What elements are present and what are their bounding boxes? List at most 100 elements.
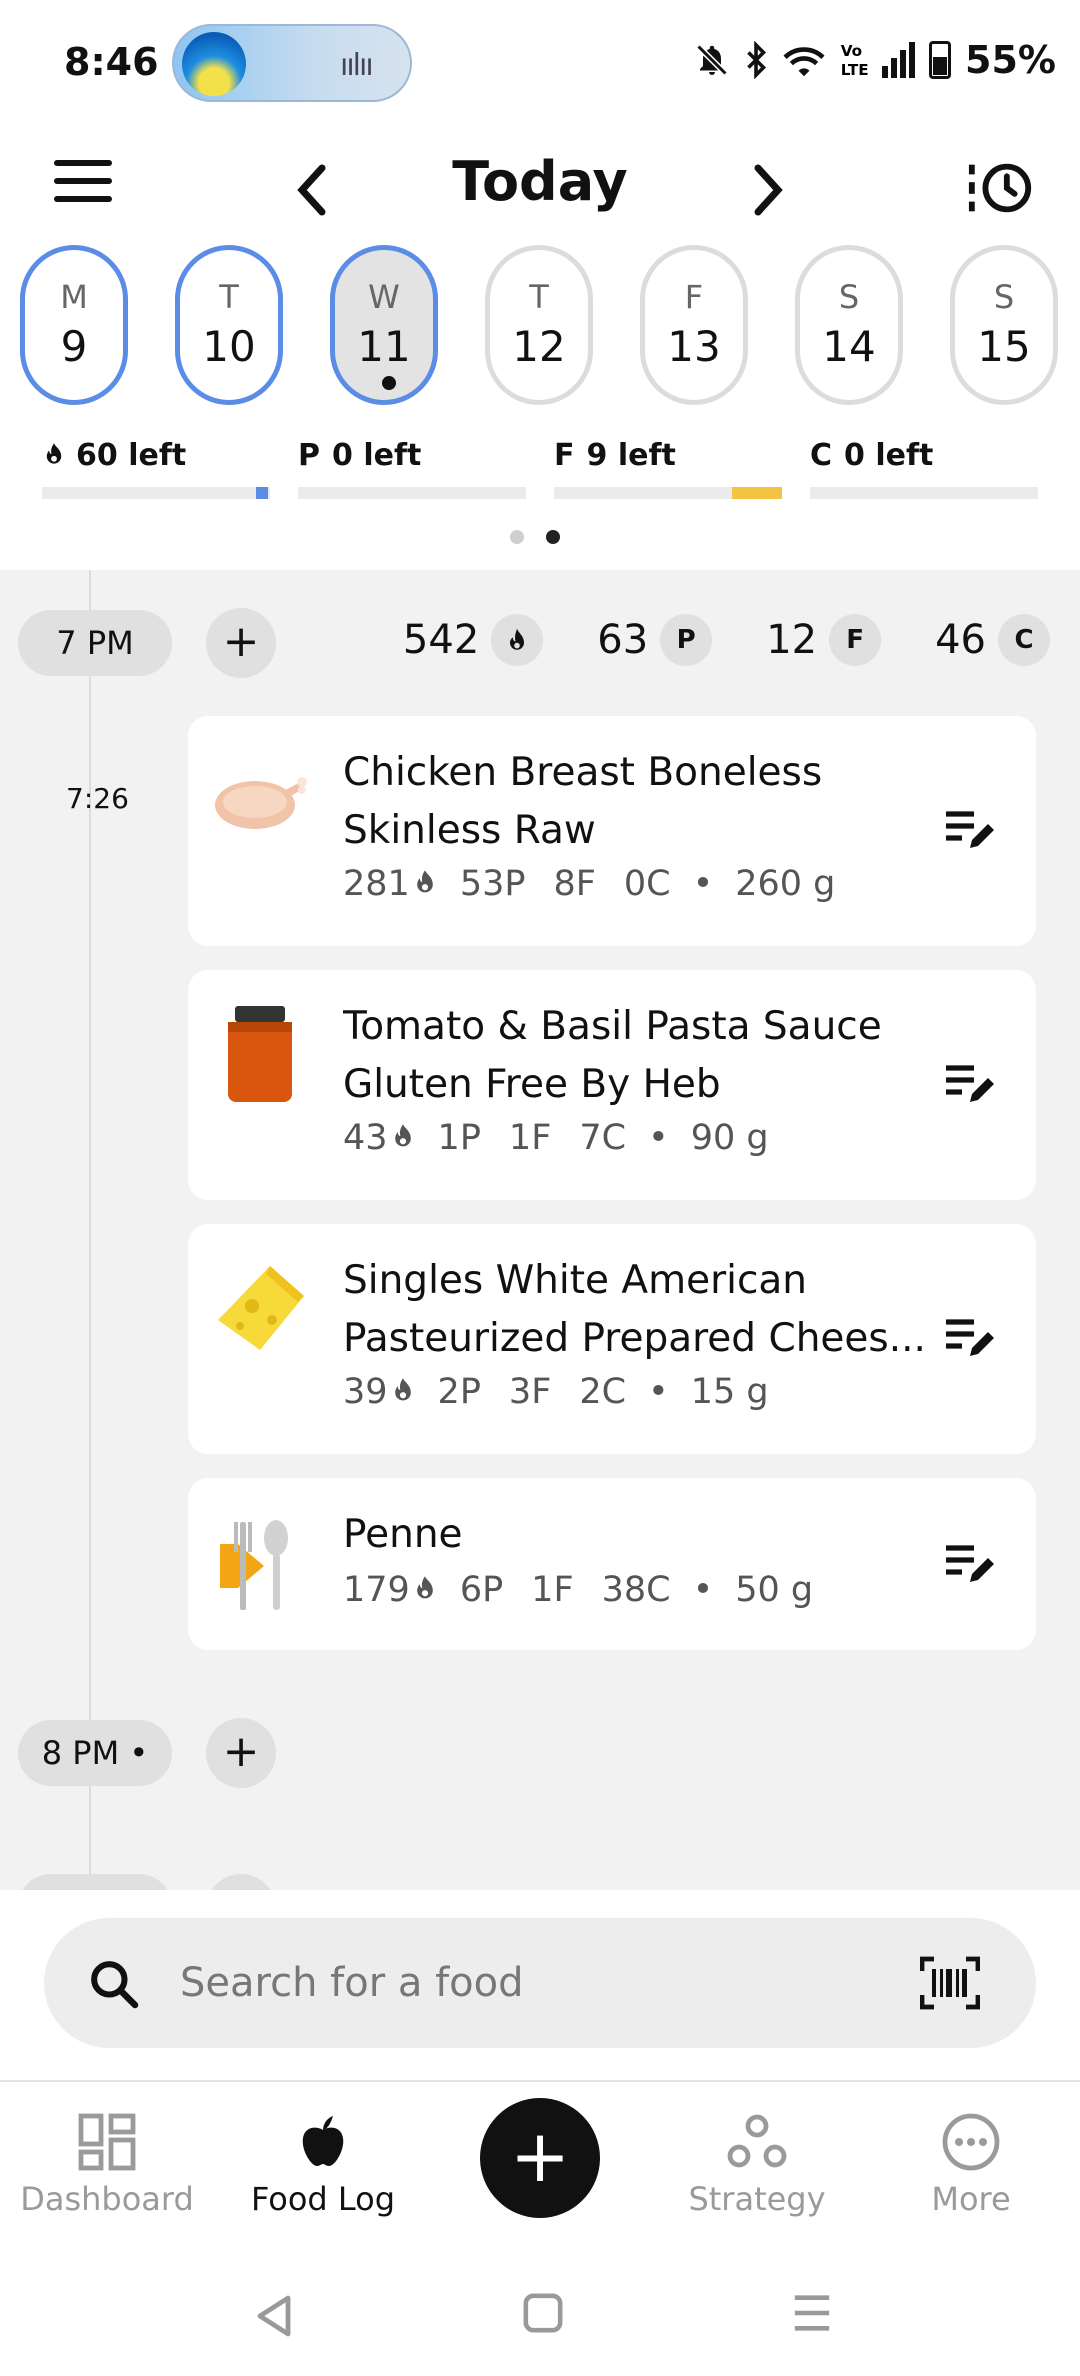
day-1[interactable]: T 10 [175,245,283,405]
total-carbs: 46 C [935,614,1050,666]
food-fat: 1F [508,1118,552,1158]
day-3[interactable]: T 12 [485,245,593,405]
meta-separator: • [692,864,714,904]
page-dot [510,530,524,544]
day-number: 9 [60,322,88,371]
food-entry-card[interactable]: Singles White American Pasteurized Prepar… [188,1224,1036,1454]
hamburger-icon[interactable] [54,160,112,202]
macro-letter: P [298,438,320,473]
entry-time: 7:26 [66,782,129,815]
food-nutrition: 281 53P 8F 0C • 260 g [343,864,835,904]
meta-separator: • [648,1372,669,1412]
add-to-next-button[interactable] [206,1874,276,1890]
recents-icon[interactable] [792,2292,832,2334]
cheese-icon [210,1258,310,1358]
food-name: Penne [343,1506,923,1564]
day-number: 13 [667,322,721,371]
food-carbs: 7C [579,1118,627,1158]
total-carbs-value: 46 [935,617,986,663]
chicken-icon [210,750,310,850]
food-protein: 53P [459,864,526,904]
macro-remaining-value: 0 left [844,438,934,473]
edit-icon[interactable] [944,808,996,852]
food-carbs: 2C [579,1372,627,1412]
strategy-icon [727,2114,787,2168]
macro-progress-bar [554,487,782,499]
day-letter: T [219,278,239,316]
hour-pill-7pm[interactable]: 7 PM [18,610,172,676]
edit-icon[interactable] [944,1542,996,1586]
flame-icon [491,614,544,666]
dashboard-icon [78,2113,136,2171]
day-letter: F [684,278,704,316]
status-icons: Vo LTE 55% [694,38,1056,82]
day-number: 11 [357,322,411,371]
macros-remaining: 60 left P 0 left F 9 left C 0 left [42,438,1038,508]
food-entry-card[interactable]: Tomato & Basil Pasta Sauce Gluten Free By… [188,970,1036,1200]
food-entry-card[interactable]: Penne 179 6P 1F 38C • 50 g [188,1478,1036,1650]
selected-day-dot [382,376,396,390]
day-2[interactable]: W 11 [330,245,438,405]
food-entry-card[interactable]: Chicken Breast Boneless Skinless Raw 281 53… [188,716,1036,946]
search-input[interactable] [180,1948,880,2018]
flame-icon [394,1378,411,1401]
chevron-left-icon[interactable] [292,160,332,220]
tab-strategy[interactable]: Strategy [652,2112,862,2218]
tab-food-log[interactable]: Food Log [218,2112,428,2218]
flame-icon [394,1124,411,1147]
day-5[interactable]: S 14 [795,245,903,405]
food-name: Tomato & Basil Pasta Sauce Gluten Free By… [343,998,923,1114]
food-calories: 179 [343,1570,410,1610]
food-name-line-2: Skinless Raw [343,808,596,853]
day-6[interactable]: S 15 [950,245,1058,405]
macro-letter: C [810,438,833,473]
add-to-7pm-button[interactable]: + [206,608,276,678]
total-calories: 542 [403,614,544,666]
hour-pill-next[interactable] [18,1874,172,1890]
add-to-8pm-button[interactable]: + [206,1718,276,1788]
macro-progress-bar [298,487,526,499]
food-search-bar[interactable] [44,1918,1036,2048]
edit-icon[interactable] [944,1062,996,1106]
day-0[interactable]: M9 [20,245,128,405]
history-icon[interactable] [966,158,1036,218]
macro-progress-bar [810,487,1038,499]
svg-text:LTE: LTE [841,61,868,79]
macro-remaining-3: C 0 left [810,438,1038,499]
tab-label: Strategy [688,2180,826,2218]
edit-icon[interactable] [944,1316,996,1360]
food-name-line-1: Chicken Breast Boneless [343,750,823,795]
tab-dashboard[interactable]: Dashboard [2,2112,212,2218]
food-nutrition: 179 6P 1F 38C • 50 g [343,1570,813,1610]
macro-remaining-text: C 0 left [810,438,1038,473]
add-entry-button[interactable]: + [480,2098,600,2218]
total-fat: 12 F [766,614,882,666]
food-carbs: 38C [601,1570,671,1610]
day-letter: W [368,278,400,316]
food-nutrition: 39 2P 3F 2C • 15 g [343,1372,769,1412]
food-name-line-1: Penne [343,1512,463,1557]
day-number: 15 [977,322,1031,371]
media-pill[interactable]: ıılıı [172,24,412,102]
bottom-tab-bar: Dashboard Food Log + Strategy More [0,2082,1080,2262]
tab-label: Dashboard [20,2180,194,2218]
macro-remaining-value: 60 left [76,438,187,473]
signal-icon [882,42,916,78]
hour-pill-8pm[interactable]: 8 PM • [18,1720,172,1786]
system-nav-bar [0,2262,1080,2376]
tab-more[interactable]: More [866,2112,1076,2218]
food-log: 7 PM + 542 63 P 12 F 46 C 7:26 Chicken B… [0,570,1080,1890]
food-calories: 39 [343,1372,388,1412]
barcode-scan-icon[interactable] [920,1956,980,2010]
back-icon[interactable] [252,2292,296,2340]
media-thumbnail [182,32,246,96]
food-name-line-1: Singles White American [343,1258,808,1303]
home-icon[interactable] [522,2292,564,2334]
chevron-right-icon[interactable] [748,160,788,220]
day-4[interactable]: F 13 [640,245,748,405]
tab-label: More [931,2180,1011,2218]
week-strip: M 9 T 10 W 11 T 12 F 13 S 14 S 15 [20,245,1070,410]
audio-wave-icon: ıılıı [340,48,374,83]
page-indicator [510,530,560,544]
utensils-icon [210,1514,310,1614]
